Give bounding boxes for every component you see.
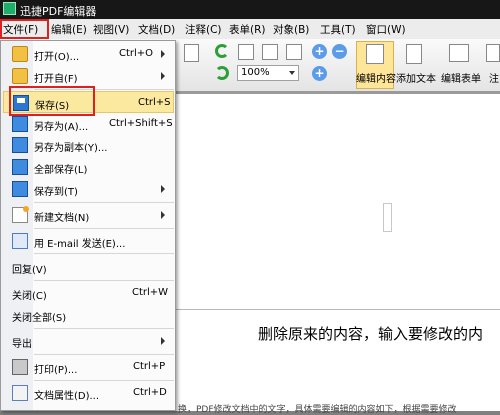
menu-separator <box>34 253 174 254</box>
rotate-right-icon[interactable] <box>215 66 229 80</box>
menu-item-close[interactable]: 关闭(C) Ctrl+W <box>1 282 175 304</box>
menu-item-shortcut: Ctrl+S <box>138 97 171 108</box>
menu-item-label: 打开(O)... <box>34 52 80 63</box>
actual-size-icon[interactable] <box>238 44 254 60</box>
menu-separator <box>34 354 174 355</box>
open-from-icon <box>12 68 28 84</box>
menu-item-new-document[interactable]: 新建文档(N) <box>1 204 175 226</box>
menu-separator <box>34 228 174 229</box>
menu-item-label: 关闭(C) <box>12 291 47 302</box>
file-menu-red-annotation <box>0 19 49 39</box>
menu-item-label: 导出 <box>12 339 32 350</box>
add-text-label[interactable]: 添加文本 <box>396 70 436 85</box>
save-red-annotation <box>9 86 95 116</box>
menu-item-save-all[interactable]: 全部保存(L) <box>1 156 175 178</box>
menu-item-close-all[interactable]: 关闭全部(S) <box>1 304 175 326</box>
menu-edit[interactable]: 编辑(E) <box>51 22 87 37</box>
menu-window[interactable]: 窗口(W) <box>366 22 406 37</box>
save-copy-icon <box>12 137 28 153</box>
print-icon <box>12 359 28 375</box>
submenu-arrow-icon <box>161 185 165 193</box>
document-bottom-text: 换，PDF修改文档中的文字，具体需要编辑的内容如下，根据需要修改 <box>178 405 457 415</box>
page-divider <box>176 309 500 310</box>
menu-object[interactable]: 对象(B) <box>273 22 309 37</box>
menu-item-label: 用 E-mail 发送(E)... <box>34 239 126 250</box>
menu-item-save-as[interactable]: 另存为(A)... Ctrl+Shift+S <box>1 113 175 135</box>
menu-form[interactable]: 表单(R) <box>229 22 266 37</box>
annotation-label[interactable]: 注 <box>489 70 499 85</box>
menu-item-shortcut: Ctrl+P <box>133 361 166 372</box>
zoom-value: 100% <box>241 67 270 78</box>
fit-width-icon[interactable] <box>286 44 302 60</box>
menu-item-label: 另存为(A)... <box>34 122 89 133</box>
save-all-icon <box>12 159 28 175</box>
save-to-icon <box>12 181 28 197</box>
save-as-icon <box>12 116 28 132</box>
chevron-down-icon <box>289 71 295 75</box>
submenu-arrow-icon <box>161 337 165 345</box>
menu-separator <box>34 380 174 381</box>
submenu-arrow-icon <box>161 50 165 58</box>
text-select-icon[interactable] <box>184 44 199 62</box>
menu-item-shortcut: Ctrl+Shift+S <box>109 118 173 129</box>
zoom-out-icon[interactable]: − <box>332 44 347 59</box>
menu-tools[interactable]: 工具(T) <box>320 22 356 37</box>
menu-separator <box>34 202 174 203</box>
add-text-icon[interactable] <box>406 44 422 64</box>
menu-item-open-from[interactable]: 打开自(F) <box>1 65 175 87</box>
menu-item-email[interactable]: 用 E-mail 发送(E)... <box>1 230 175 252</box>
annotation-icon[interactable] <box>486 44 500 62</box>
email-icon <box>12 233 28 249</box>
menu-item-label: 全部保存(L) <box>34 165 88 176</box>
rotate-left-icon[interactable] <box>215 44 229 58</box>
menu-document[interactable]: 文档(D) <box>138 22 175 37</box>
menu-item-reply[interactable]: 回复(V) <box>1 256 175 278</box>
menu-item-shortcut: Ctrl+O <box>119 48 154 59</box>
submenu-arrow-icon <box>161 72 165 80</box>
menu-view[interactable]: 视图(V) <box>93 22 129 37</box>
new-document-icon <box>12 206 29 223</box>
menu-bar: 文件(F) 编辑(E) 视图(V) 文档(D) 注释(C) 表单(R) 对象(B… <box>0 19 500 40</box>
menu-comment[interactable]: 注释(C) <box>185 22 222 37</box>
submenu-arrow-icon <box>161 211 165 219</box>
text-cursor-box <box>383 203 392 232</box>
menu-item-label: 文档属性(D)... <box>34 391 100 402</box>
zoom-tool-icon[interactable]: + <box>312 66 327 81</box>
menu-item-label: 新建文档(N) <box>34 213 90 224</box>
menu-item-label: 另存为副本(Y)... <box>34 143 108 154</box>
title-bar: 迅捷PDF编辑器 <box>0 0 500 19</box>
menu-item-print[interactable]: 打印(P)... Ctrl+P <box>1 356 175 378</box>
properties-icon <box>12 385 28 401</box>
app-logo-icon <box>3 2 16 15</box>
menu-item-label: 回复(V) <box>12 265 47 276</box>
document-text[interactable]: 删除原来的内容，输入要修改的内 <box>258 323 483 344</box>
window-title: 迅捷PDF编辑器 <box>20 5 97 18</box>
fit-page-icon[interactable] <box>262 44 278 60</box>
menu-separator <box>34 328 174 329</box>
menu-item-export[interactable]: 导出 <box>1 330 175 352</box>
document-page[interactable] <box>176 94 500 411</box>
menu-item-shortcut: Ctrl+W <box>132 287 169 298</box>
menu-item-label: 打印(P)... <box>34 365 78 376</box>
menu-item-label: 关闭全部(S) <box>12 313 67 324</box>
edit-content-icon <box>366 44 384 64</box>
menu-item-label: 打开自(F) <box>34 74 78 85</box>
menu-item-save-copy[interactable]: 另存为副本(Y)... <box>1 134 175 156</box>
zoom-in-icon[interactable]: + <box>312 44 327 59</box>
menu-item-open[interactable]: 打开(O)... Ctrl+O <box>1 43 175 65</box>
edit-form-icon[interactable] <box>449 44 469 62</box>
edit-content-label: 编辑内容 <box>356 74 396 85</box>
menu-item-label: 保存到(T) <box>34 187 78 198</box>
menu-separator <box>34 280 174 281</box>
menu-item-shortcut: Ctrl+D <box>133 387 167 398</box>
menu-item-save-to[interactable]: 保存到(T) <box>1 178 175 200</box>
menu-item-properties[interactable]: 文档属性(D)... Ctrl+D <box>1 382 175 404</box>
edit-form-label[interactable]: 编辑表单 <box>441 70 481 85</box>
open-folder-icon <box>12 46 28 62</box>
zoom-select[interactable]: 100% <box>237 65 299 81</box>
